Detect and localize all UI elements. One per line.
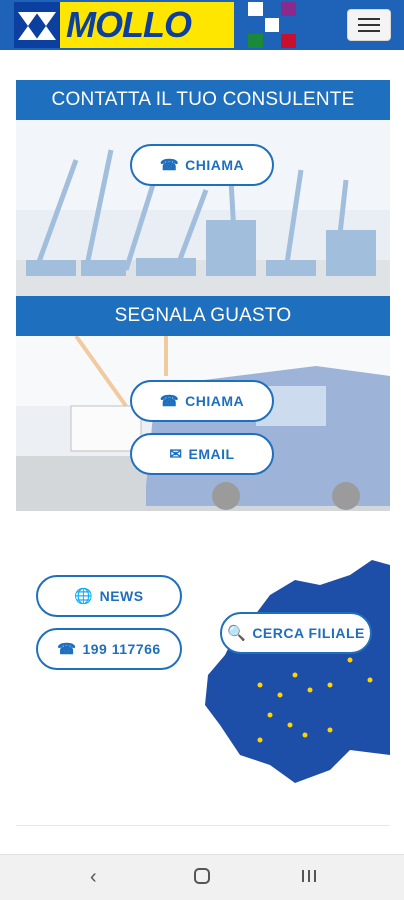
search-icon: 🔍 [227,624,247,642]
mollo-logo[interactable]: MOLLO [14,2,234,48]
guasto-call-label: CHIAMA [185,393,245,409]
system-nav-bar: ‹ [0,854,404,900]
guasto-photo-panel: ☎ CHIAMA ✉ EMAIL [16,336,390,511]
consulente-title-bar: CONTATTA IL TUO CONSULENTE [16,80,390,120]
hamburger-menu-button[interactable] [347,9,391,41]
phone-icon: ☎ [57,640,77,658]
consulente-call-label: CHIAMA [185,157,245,173]
phone-number-button[interactable]: ☎ 199 117766 [36,628,182,670]
branches-map[interactable] [200,555,390,785]
search-branch-button[interactable]: 🔍 CERCA FILIALE [220,612,372,654]
phone-icon: ☎ [159,392,180,410]
consulente-photo-panel: ☎ CHIAMA [16,120,390,296]
brand-flag-icon [248,2,296,48]
consulente-call-button[interactable]: ☎ CHIAMA [130,144,274,186]
app-screen: MOLLO CONTATTA IL TUO CONSULENTE ☎ CHIAM… [0,0,404,900]
search-branch-label: CERCA FILIALE [252,625,365,641]
footer-divider [16,825,390,826]
phone-number-label: 199 117766 [82,641,161,657]
phone-icon: ☎ [159,156,180,174]
back-icon[interactable]: ‹ [90,867,97,887]
guasto-title-bar: SEGNALA GUASTO [16,296,390,336]
globe-icon: 🌐 [74,587,94,605]
guasto-email-label: EMAIL [188,446,235,462]
envelope-icon: ✉ [169,445,183,463]
guasto-call-button[interactable]: ☎ CHIAMA [130,380,274,422]
news-label: NEWS [99,588,144,604]
home-icon[interactable] [193,867,211,889]
hamburger-icon [358,18,380,20]
logo-mark-icon [14,2,60,48]
news-button[interactable]: 🌐 NEWS [36,575,182,617]
guasto-email-button[interactable]: ✉ EMAIL [130,433,274,475]
top-header: MOLLO [0,0,404,50]
consulente-title: CONTATTA IL TUO CONSULENTE [51,89,355,110]
guasto-title: SEGNALA GUASTO [114,305,292,326]
recents-icon[interactable] [300,867,318,889]
logo-text: MOLLO [66,4,192,45]
